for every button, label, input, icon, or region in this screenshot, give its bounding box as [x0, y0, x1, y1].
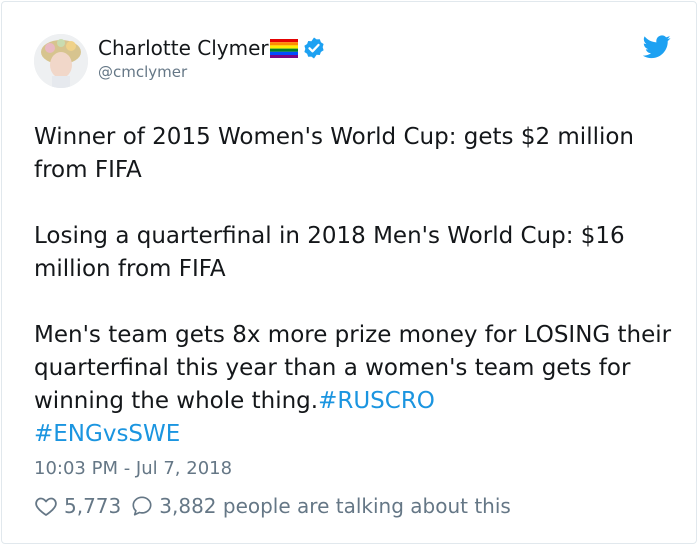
author-name-row: Charlotte Clymer	[98, 35, 326, 61]
user-handle[interactable]: @cmclymer	[98, 62, 187, 82]
display-name[interactable]: Charlotte Clymer	[98, 35, 269, 61]
tweet-timestamp[interactable]: 10:03 PM - Jul 7, 2018	[34, 457, 232, 481]
speech-bubble-icon[interactable]	[131, 495, 153, 517]
twitter-bird-icon[interactable]	[643, 35, 671, 59]
rainbow-flag-icon	[269, 39, 298, 58]
verified-badge-icon	[304, 37, 324, 59]
engagement-bar: 5,773 3,882 people are talking about thi…	[34, 492, 511, 520]
heart-icon[interactable]	[34, 494, 58, 518]
talking-count-link[interactable]: 3,882 people are talking about this	[159, 492, 511, 520]
avatar[interactable]	[34, 34, 88, 88]
tweet-paragraph-1: Winner of 2015 Women's World Cup: gets $…	[34, 124, 642, 183]
like-count[interactable]: 5,773	[64, 492, 121, 520]
tweet-card: Charlotte Clymer @cmclymer Winner of 201…	[1, 1, 697, 544]
hashtag-engvsswe[interactable]: #ENGvsSWE	[34, 421, 180, 447]
hashtag-ruscro[interactable]: #RUSCRO	[318, 388, 435, 414]
tweet-paragraph-2: Losing a quarterfinal in 2018 Men's Worl…	[34, 223, 633, 282]
tweet-text: Winner of 2015 Women's World Cup: gets $…	[34, 121, 674, 451]
